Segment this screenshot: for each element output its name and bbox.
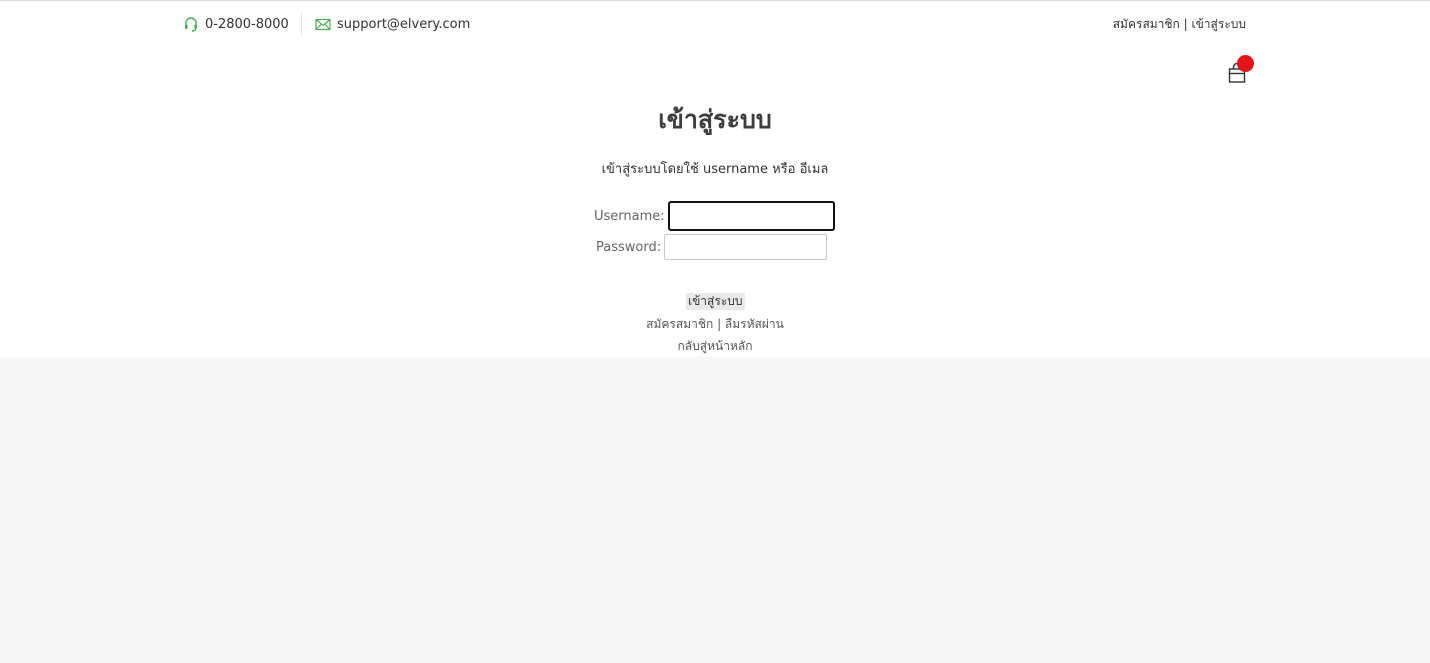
- register-link-bottom[interactable]: สมัครสมาชิก: [646, 317, 713, 331]
- contact-divider: [301, 11, 302, 37]
- envelope-icon: [315, 18, 331, 31]
- login-link[interactable]: เข้าสู่ระบบ: [1192, 17, 1247, 31]
- back-home: กลับสู่หน้าหลัก: [0, 337, 1430, 356]
- username-input[interactable]: [667, 201, 835, 231]
- login-submit-button[interactable]: เข้าสู่ระบบ: [686, 293, 745, 310]
- password-label: Password:: [596, 239, 662, 255]
- login-subtitle: เข้าสู่ระบบโดยใช้ username หรือ อีเมล: [601, 162, 829, 177]
- login-links-separator: |: [713, 317, 725, 331]
- username-label: Username:: [594, 208, 665, 224]
- contact-phone[interactable]: 0-2800-8000: [183, 15, 289, 33]
- email-address: support@elvery.com: [337, 16, 471, 32]
- page-title: เข้าสู่ระบบ: [658, 105, 772, 134]
- register-link[interactable]: สมัครสมาชิก: [1113, 17, 1180, 31]
- forgot-password-link[interactable]: ลืมรหัสผ่าน: [725, 317, 784, 331]
- phone-number: 0-2800-8000: [205, 16, 289, 32]
- account-links-separator: |: [1179, 17, 1192, 31]
- contact-email[interactable]: support@elvery.com: [315, 15, 470, 33]
- login-links: สมัครสมาชิก | ลืมรหัสผ่าน: [0, 315, 1430, 334]
- password-row: Password:: [596, 234, 828, 260]
- password-input[interactable]: [664, 234, 828, 260]
- back-home-link[interactable]: กลับสู่หน้าหลัก: [678, 339, 753, 353]
- headset-icon: [183, 16, 199, 32]
- account-links: สมัครสมาชิก | เข้าสู่ระบบ: [1113, 15, 1246, 34]
- username-row: Username:: [594, 201, 835, 231]
- cart-badge: [1237, 55, 1254, 72]
- topbar: 0-2800-8000 support@elvery.com สมัครสมาช…: [0, 1, 1430, 45]
